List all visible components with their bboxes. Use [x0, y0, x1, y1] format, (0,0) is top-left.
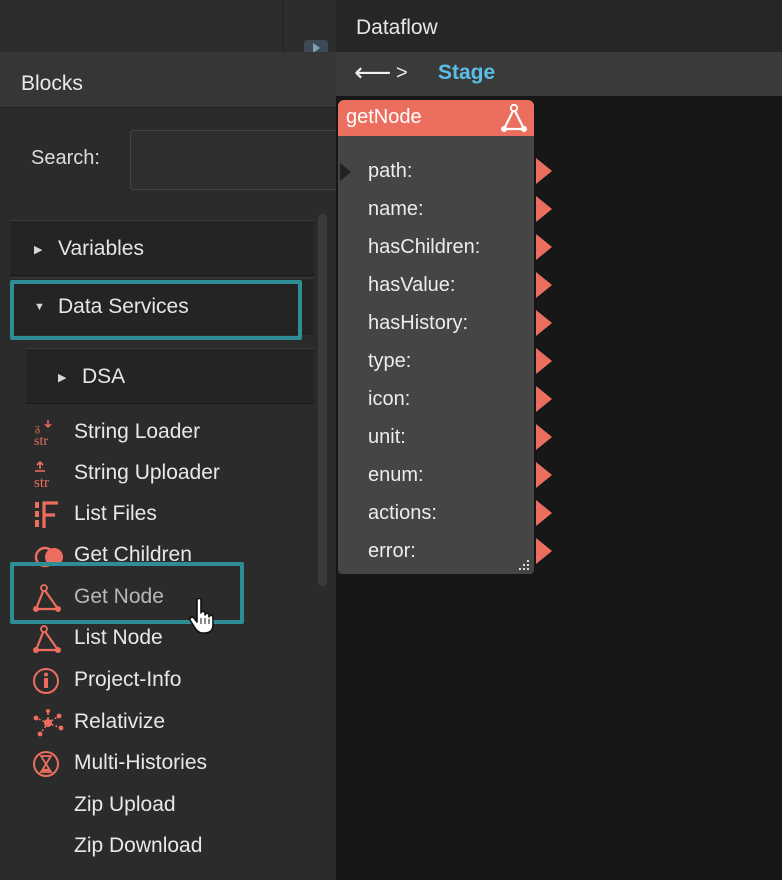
getnode-block[interactable]: getNode path: name: hasChildren: hasValu… — [338, 100, 552, 574]
port-label: hasValue: — [368, 274, 456, 296]
output-port-arrow[interactable] — [536, 424, 552, 450]
port-label: name: — [368, 198, 424, 220]
output-port-arrow[interactable] — [536, 272, 552, 298]
port-haschildren[interactable]: hasChildren: — [366, 230, 552, 266]
block-label: Multi-Histories — [74, 751, 208, 774]
port-unit[interactable]: unit: — [366, 420, 552, 456]
output-port-arrow[interactable] — [536, 234, 552, 260]
breadcrumb-stage[interactable]: Stage — [438, 61, 495, 85]
port-label: actions: — [368, 502, 437, 524]
block-label: List Node — [74, 626, 163, 649]
get-node-icon — [498, 102, 530, 134]
block-zip-upload[interactable]: Zip Upload — [32, 789, 292, 823]
port-actions[interactable]: actions: — [366, 496, 552, 532]
port-label: unit: — [368, 426, 406, 448]
highlight-data-services — [10, 280, 302, 340]
top-left-strip — [0, 0, 336, 52]
svg-text:str: str — [34, 475, 49, 489]
block-label: Zip Download — [74, 834, 203, 857]
block-relativize[interactable]: Relativize — [32, 706, 292, 740]
dataflow-header: Dataflow — [336, 0, 782, 52]
blocks-scrollbar[interactable] — [318, 214, 327, 586]
breadcrumb: ⟵ > Stage — [336, 52, 782, 96]
node-input-port[interactable] — [340, 163, 351, 181]
svg-text:ᵹ: ᵹ — [35, 422, 40, 434]
dataflow-title: Dataflow — [356, 16, 438, 39]
output-port-arrow[interactable] — [536, 196, 552, 222]
port-hashistory[interactable]: hasHistory: — [366, 306, 552, 342]
pointer-hand-icon — [188, 597, 220, 635]
strip-divider — [282, 0, 284, 52]
block-label: String Loader — [74, 420, 201, 443]
port-icon[interactable]: icon: — [366, 382, 552, 418]
block-list-node[interactable]: List Node — [32, 622, 292, 656]
relativize-icon — [32, 708, 66, 738]
port-label: enum: — [368, 464, 424, 486]
resize-grip-icon[interactable] — [518, 558, 530, 570]
output-port-arrow[interactable] — [536, 386, 552, 412]
block-multi-histories[interactable]: Multi-Histories — [32, 747, 292, 781]
category-label: DSA — [82, 365, 126, 388]
block-list-files[interactable]: List Files — [32, 498, 292, 532]
search-label: Search: — [31, 147, 100, 169]
search-input[interactable] — [130, 130, 336, 190]
info-icon — [32, 666, 66, 696]
blocks-title: Blocks — [21, 72, 83, 95]
block-label: List Files — [74, 502, 157, 525]
port-type[interactable]: type: — [366, 344, 552, 380]
port-label: type: — [368, 350, 412, 372]
block-label: String Uploader — [74, 461, 220, 484]
block-string-uploader[interactable]: str String Uploader — [32, 457, 292, 491]
multi-histories-icon — [32, 749, 66, 779]
category-label: Variables — [58, 237, 144, 260]
port-path[interactable]: path: — [366, 154, 552, 190]
port-label: path: — [368, 160, 413, 182]
category-dsa[interactable]: ▶ DSA — [26, 348, 314, 404]
blocks-header: Blocks — [0, 52, 336, 108]
breadcrumb-separator: > — [396, 62, 408, 84]
block-label: Relativize — [74, 710, 166, 733]
port-label: error: — [368, 540, 416, 562]
port-label: hasHistory: — [368, 312, 469, 334]
category-variables[interactable]: ▶ Variables — [10, 220, 314, 276]
expand-arrow-icon: ▶ — [58, 372, 67, 384]
list-files-icon — [32, 500, 66, 530]
port-name[interactable]: name: — [366, 192, 552, 228]
svg-text:str: str — [34, 434, 48, 448]
output-port-arrow[interactable] — [536, 462, 552, 488]
block-label: Zip Upload — [74, 793, 176, 816]
block-zip-download[interactable]: Zip Download — [32, 830, 292, 864]
back-arrow-icon[interactable]: ⟵ — [354, 58, 391, 86]
list-node-icon — [32, 624, 66, 654]
port-hasvalue[interactable]: hasValue: — [366, 268, 552, 304]
output-port-arrow[interactable] — [536, 310, 552, 336]
node-header[interactable]: getNode — [338, 100, 534, 136]
output-port-arrow[interactable] — [536, 538, 552, 564]
port-label: hasChildren: — [368, 236, 481, 258]
output-port-arrow[interactable] — [536, 158, 552, 184]
expand-arrow-icon: ▶ — [34, 244, 43, 256]
port-enum[interactable]: enum: — [366, 458, 552, 494]
blocks-panel: Blocks Search: ▶ Variables ▼ Data Servic… — [0, 52, 336, 880]
output-port-arrow[interactable] — [536, 348, 552, 374]
output-port-arrow[interactable] — [536, 500, 552, 526]
node-title: getNode — [346, 106, 422, 128]
port-label: icon: — [368, 388, 411, 410]
string-uploader-icon: str — [32, 459, 66, 491]
block-string-loader[interactable]: ᵹ str String Loader — [32, 416, 292, 450]
block-label: Project-Info — [74, 668, 182, 691]
string-loader-icon: ᵹ str — [32, 418, 66, 449]
block-project-info[interactable]: Project-Info — [32, 664, 292, 698]
